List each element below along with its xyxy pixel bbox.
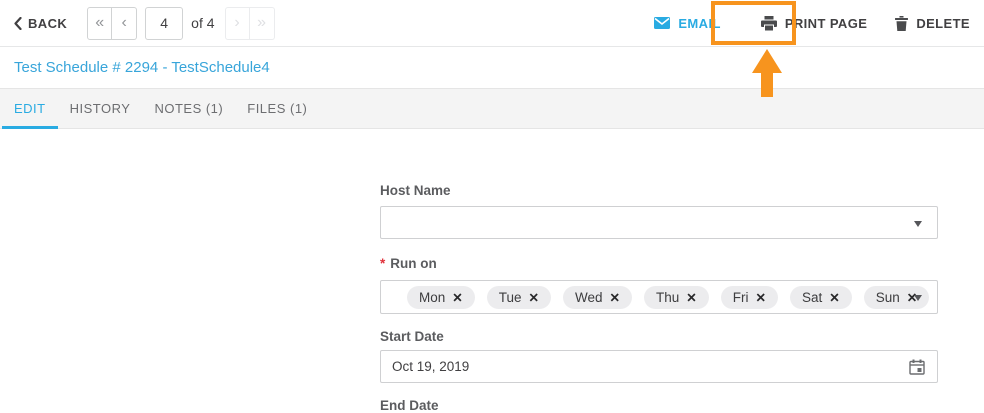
end-date-label: End Date (380, 398, 938, 413)
email-label: EMAIL (678, 16, 720, 31)
toolbar-actions: EMAIL PRINT PAGE (654, 16, 970, 31)
chevron-left-icon (14, 17, 22, 30)
remove-tag-icon[interactable]: ✕ (610, 290, 620, 305)
delete-label: DELETE (916, 16, 970, 31)
tab-history[interactable]: HISTORY (58, 89, 143, 128)
tag-thu: Thu✕ (644, 286, 709, 309)
tag-wed: Wed✕ (563, 286, 632, 309)
double-chevron-left-icon: « (95, 14, 104, 32)
chevron-down-icon (914, 221, 922, 227)
chevron-right-icon: › (234, 14, 239, 32)
required-asterisk: * (380, 256, 385, 271)
schedule-detail-page: BACK « ‹ of 4 › » EMAIL (0, 0, 984, 413)
delete-button[interactable]: DELETE (895, 16, 970, 31)
envelope-icon (654, 17, 670, 29)
print-page-button[interactable]: PRINT PAGE (761, 16, 868, 31)
edit-form: Host Name *Run on Mon✕ Tue✕ Wed✕ Thu✕ Fr… (380, 176, 938, 413)
chevron-down-icon (914, 295, 922, 301)
run-on-label: *Run on (380, 256, 938, 272)
tab-files[interactable]: FILES (1) (235, 89, 319, 128)
print-page-label: PRINT PAGE (785, 16, 868, 31)
tag-mon: Mon✕ (407, 286, 475, 309)
page-count-label: of 4 (191, 15, 214, 31)
title-bar: Test Schedule # 2294 - TestSchedule4 (0, 47, 984, 88)
start-date-input[interactable]: Oct 19, 2019 (380, 350, 938, 383)
host-name-label: Host Name (380, 183, 938, 199)
chevron-left-icon: ‹ (121, 14, 126, 32)
tag-tue: Tue✕ (487, 286, 551, 309)
next-page-button[interactable]: › (225, 7, 250, 40)
start-date-label: Start Date (380, 329, 938, 345)
toolbar: BACK « ‹ of 4 › » EMAIL (0, 0, 984, 47)
remove-tag-icon[interactable]: ✕ (829, 290, 839, 305)
double-chevron-right-icon: » (257, 14, 266, 32)
first-page-button[interactable]: « (87, 7, 112, 40)
tag-fri: Fri✕ (721, 286, 778, 309)
page-number-input[interactable] (145, 7, 183, 40)
host-name-select[interactable] (380, 206, 938, 239)
calendar-icon[interactable] (909, 359, 925, 375)
tab-edit[interactable]: EDIT (2, 89, 58, 128)
tab-strip: EDIT HISTORY NOTES (1) FILES (1) (0, 88, 984, 129)
trash-icon (895, 16, 908, 31)
start-date-value: Oct 19, 2019 (392, 359, 469, 374)
printer-icon (761, 16, 777, 31)
last-page-button[interactable]: » (250, 7, 275, 40)
remove-tag-icon[interactable]: ✕ (452, 290, 462, 305)
remove-tag-icon[interactable]: ✕ (529, 290, 539, 305)
back-label: BACK (28, 16, 67, 31)
back-button[interactable]: BACK (14, 16, 67, 31)
remove-tag-icon[interactable]: ✕ (686, 290, 696, 305)
remove-tag-icon[interactable]: ✕ (756, 290, 766, 305)
prev-page-button[interactable]: ‹ (112, 7, 137, 40)
email-button[interactable]: EMAIL (654, 16, 720, 31)
tag-sat: Sat✕ (790, 286, 852, 309)
tab-notes[interactable]: NOTES (1) (142, 89, 235, 128)
record-pager: « ‹ of 4 › » (87, 7, 274, 40)
selected-days: Mon✕ Tue✕ Wed✕ Thu✕ Fri✕ Sat✕ Sun✕ (407, 286, 929, 309)
page-title[interactable]: Test Schedule # 2294 - TestSchedule4 (14, 59, 270, 76)
run-on-multiselect[interactable]: Mon✕ Tue✕ Wed✕ Thu✕ Fri✕ Sat✕ Sun✕ (380, 280, 938, 314)
